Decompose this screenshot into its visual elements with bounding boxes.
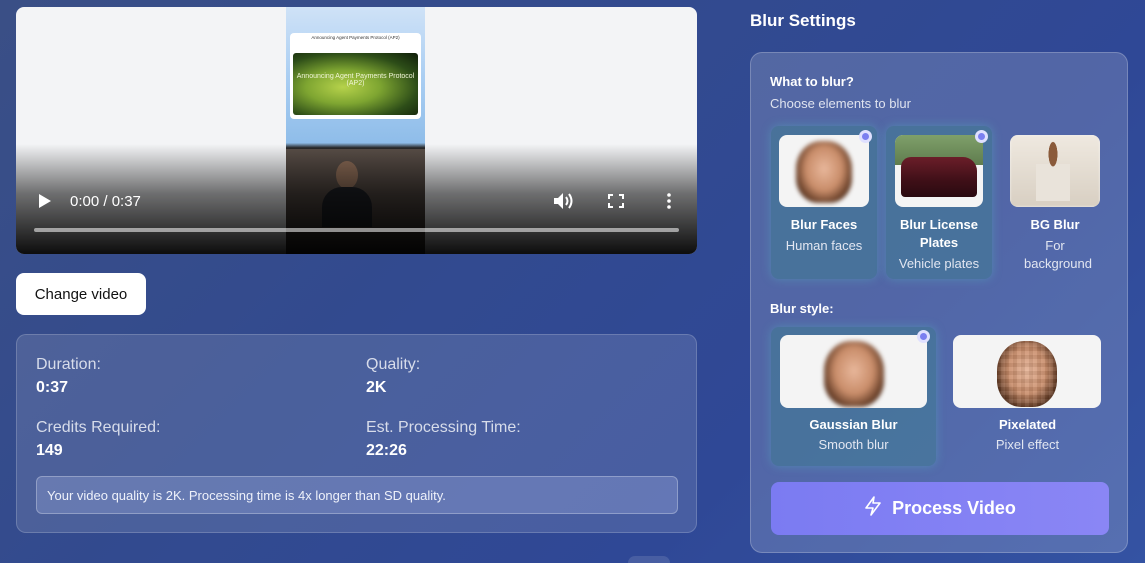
- quality-label: Quality:: [366, 356, 421, 373]
- process-video-label: Process Video: [892, 498, 1016, 518]
- pixelated-thumbnail: [953, 335, 1101, 408]
- option-blur-license-plates[interactable]: Blur License Plates Vehicle plates: [886, 126, 992, 279]
- option-desc: Vehicle plates: [898, 256, 980, 271]
- duration-label: Duration:: [36, 356, 101, 373]
- pixelated-face-image: [997, 341, 1057, 407]
- option-desc: Smooth blur: [818, 437, 889, 452]
- credits-value: 149: [36, 442, 63, 459]
- duration-value: 0:37: [36, 379, 69, 396]
- video-player[interactable]: Announcing Agent Payments Protocol (AP2)…: [16, 7, 697, 254]
- time-display: 0:00 / 0:37: [70, 193, 141, 210]
- process-video-button[interactable]: Process Video: [771, 482, 1109, 535]
- option-desc: Human faces: [785, 238, 863, 253]
- fullscreen-icon[interactable]: [608, 194, 624, 208]
- style-pixelated[interactable]: Pixelated Pixel effect: [945, 327, 1110, 466]
- option-blur-faces[interactable]: Blur Faces Human faces: [771, 126, 877, 279]
- blur-settings-panel: What to blur? Choose elements to blur Bl…: [750, 52, 1128, 553]
- selected-indicator-icon: [859, 130, 872, 143]
- progress-bar[interactable]: [34, 228, 679, 232]
- video-slide-image: Announcing Agent Payments Protocol (AP2): [293, 53, 418, 115]
- video-slide-title: Announcing Agent Payments Protocol (AP2): [311, 35, 400, 40]
- option-name: Blur Faces: [790, 217, 858, 232]
- processing-time-label: Est. Processing Time:: [366, 419, 521, 436]
- what-to-blur-subtitle: Choose elements to blur: [770, 96, 911, 111]
- what-to-blur-title: What to blur?: [770, 74, 854, 89]
- selected-indicator-icon: [975, 130, 988, 143]
- change-video-button[interactable]: Change video: [16, 273, 146, 315]
- quality-notice: Your video quality is 2K. Processing tim…: [36, 476, 678, 514]
- style-gaussian-blur[interactable]: Gaussian Blur Smooth blur: [771, 327, 936, 466]
- credits-label: Credits Required:: [36, 419, 161, 436]
- plates-thumbnail: [895, 135, 983, 207]
- bg-thumbnail: [1010, 135, 1100, 207]
- option-desc: Pixel effect: [995, 437, 1060, 452]
- option-name: Gaussian Blur: [809, 417, 898, 432]
- blurred-face-image: [796, 141, 852, 203]
- selected-indicator-icon: [917, 330, 930, 343]
- gaussian-thumbnail: [780, 335, 927, 408]
- blur-style-title: Blur style:: [770, 301, 834, 316]
- processing-time-value: 22:26: [366, 442, 407, 459]
- lightning-icon: [864, 496, 882, 521]
- faces-thumbnail: [779, 135, 869, 207]
- option-name: Pixelated: [998, 417, 1057, 432]
- option-name: BG Blur: [1030, 217, 1080, 232]
- more-vertical-icon[interactable]: [665, 193, 673, 209]
- person-image: [1036, 141, 1070, 201]
- video-slide: Announcing Agent Payments Protocol (AP2)…: [290, 33, 421, 119]
- gaussian-face-image: [823, 341, 884, 407]
- option-bg-blur[interactable]: BG Blur For background: [1002, 126, 1108, 279]
- play-icon[interactable]: [38, 193, 52, 209]
- quality-value: 2K: [366, 379, 387, 396]
- car-image: [901, 157, 977, 197]
- volume-icon[interactable]: [553, 192, 575, 210]
- video-info-panel: Duration: 0:37 Quality: 2K Credits Requi…: [16, 334, 697, 533]
- option-name: Blur License Plates: [899, 217, 979, 250]
- scroll-indicator: [628, 556, 670, 563]
- video-slide-image-text: Announcing Agent Payments Protocol (AP2): [296, 73, 415, 87]
- option-desc: For background: [1024, 238, 1092, 271]
- settings-title: Blur Settings: [750, 11, 856, 30]
